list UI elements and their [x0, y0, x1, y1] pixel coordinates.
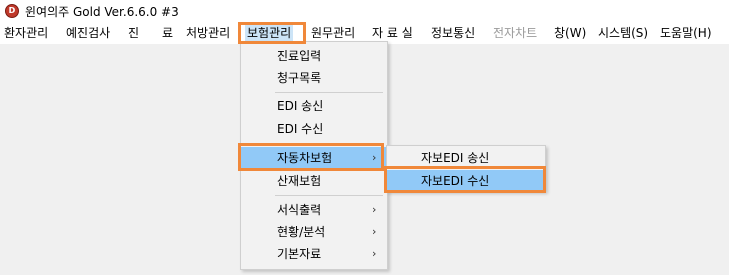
menu-item-edi-receive[interactable]: EDI 수신	[241, 118, 387, 140]
menu-treatment-2[interactable]: 료	[162, 25, 173, 42]
menu-patient-management[interactable]: 환자관리	[4, 25, 48, 42]
menu-office-management[interactable]: 원무관리	[311, 25, 355, 42]
menu-item-status-analysis[interactable]: 현황/분석 ›	[241, 221, 387, 243]
menu-insurance-management[interactable]: 보험관리	[245, 25, 294, 42]
menu-prescription-management[interactable]: 처방관리	[186, 25, 230, 42]
menu-system[interactable]: 시스템(S)	[598, 25, 648, 42]
submenu-item-auto-edi-receive[interactable]: 자보EDI 수신	[387, 170, 545, 192]
menu-info-communication[interactable]: 정보통신	[431, 25, 475, 42]
menu-help[interactable]: 도움말(H)	[660, 25, 712, 42]
menu-separator	[275, 143, 383, 144]
menu-item-industrial-accident-insurance[interactable]: 산재보험	[241, 170, 387, 192]
menu-item-auto-insurance[interactable]: 자동차보험 ›	[241, 147, 387, 169]
menu-item-treatment-entry[interactable]: 진료입력	[241, 45, 387, 67]
menu-separator	[275, 92, 383, 93]
menu-item-form-print[interactable]: 서식출력 ›	[241, 199, 387, 221]
submenu-item-auto-edi-send[interactable]: 자보EDI 송신	[387, 147, 545, 169]
menu-window[interactable]: 창(W)	[554, 25, 586, 42]
chevron-right-icon: ›	[372, 225, 377, 238]
menu-item-basic-data[interactable]: 기본자료 ›	[241, 243, 387, 265]
insurance-dropdown-menu: 진료입력 청구목록 EDI 송신 EDI 수신 자동차보험 › 산재보험 서식출…	[240, 41, 388, 270]
menu-item-edi-send[interactable]: EDI 송신	[241, 95, 387, 117]
window-title: 윈여의주 Gold Ver.6.6.0 #3	[25, 4, 179, 19]
auto-insurance-submenu: 자보EDI 송신 자보EDI 수신	[386, 145, 546, 192]
chevron-right-icon: ›	[372, 151, 377, 164]
chevron-right-icon: ›	[372, 203, 377, 216]
title-bar: D 윈여의주 Gold Ver.6.6.0 #3	[0, 0, 729, 22]
menu-data-room[interactable]: 자 료 실	[372, 25, 413, 42]
menu-separator	[275, 195, 383, 196]
menu-treatment-1[interactable]: 진	[128, 25, 139, 42]
menu-pre-exam[interactable]: 예진검사	[66, 25, 110, 42]
app-logo-icon: D	[5, 4, 19, 18]
menu-item-claim-list[interactable]: 청구목록	[241, 67, 387, 89]
chevron-right-icon: ›	[372, 247, 377, 260]
menu-electronic-chart: 전자차트	[493, 26, 538, 40]
